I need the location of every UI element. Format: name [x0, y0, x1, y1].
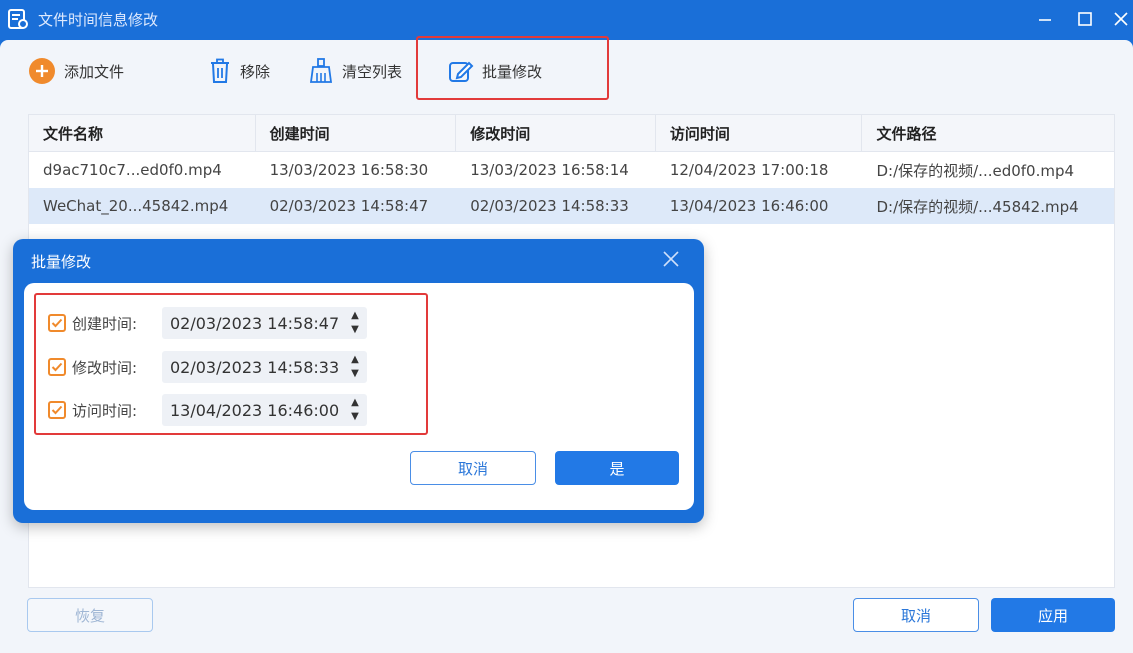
column-header-created[interactable]: 创建时间 — [256, 115, 457, 151]
cell-file-path: D:/保存的视频/...45842.mp4 — [876, 197, 1079, 216]
dialog-confirm-button[interactable]: 是 — [555, 451, 679, 485]
close-icon[interactable] — [1106, 5, 1133, 33]
batch-edit-highlight — [416, 36, 609, 100]
clear-list-button[interactable]: 清空列表 — [308, 56, 402, 86]
dialog-body: 创建时间: 02/03/2023 14:58:47 ▲ ▼ 修改时间: 02/03… — [24, 283, 694, 510]
add-file-label: 添加文件 — [64, 62, 125, 81]
column-header-path[interactable]: 文件路径 — [862, 115, 1114, 151]
toolbar: 添加文件 移除 清空列表 批量修改 — [0, 36, 1133, 102]
broom-icon — [309, 58, 333, 83]
table-row[interactable]: WeChat_20...45842.mp4 02/03/2023 14:58:4… — [29, 188, 1114, 224]
remove-button[interactable]: 移除 — [208, 56, 270, 86]
fields-highlight — [34, 293, 428, 435]
cancel-button[interactable]: 取消 — [853, 598, 979, 632]
title-bar: 文件时间信息修改 — [0, 0, 1133, 38]
cell-modified-time: 13/03/2023 16:58:14 — [470, 161, 629, 179]
table-row[interactable]: d9ac710c7...ed0f0.mp4 13/03/2023 16:58:3… — [29, 152, 1114, 188]
app-icon — [8, 9, 28, 29]
batch-edit-dialog: 批量修改 创建时间: 02/03/2023 14:58:47 ▲ ▼ 修改时间: … — [13, 239, 704, 523]
restore-button[interactable]: 恢复 — [27, 598, 153, 632]
clear-list-label: 清空列表 — [342, 62, 403, 81]
cell-file-path: D:/保存的视频/...ed0f0.mp4 — [876, 161, 1075, 180]
dialog-close-icon[interactable] — [659, 249, 683, 273]
window-title: 文件时间信息修改 — [38, 10, 159, 29]
column-header-modified[interactable]: 修改时间 — [456, 115, 656, 151]
cell-created-time: 13/03/2023 16:58:30 — [269, 161, 429, 179]
table-header: 文件名称 创建时间 修改时间 访问时间 文件路径 — [29, 115, 1114, 152]
dialog-title: 批量修改 — [31, 253, 92, 271]
trash-icon — [211, 58, 229, 83]
dialog-cancel-button[interactable]: 取消 — [410, 451, 536, 485]
add-file-button[interactable]: 添加文件 — [28, 56, 124, 86]
column-header-name[interactable]: 文件名称 — [29, 115, 256, 151]
apply-button[interactable]: 应用 — [991, 598, 1115, 632]
cell-file-name: d9ac710c7...ed0f0.mp4 — [43, 161, 222, 179]
cell-created-time: 02/03/2023 14:58:47 — [269, 197, 429, 215]
cell-accessed-time: 13/04/2023 16:46:00 — [669, 197, 829, 215]
cell-file-name: WeChat_20...45842.mp4 — [43, 197, 229, 215]
cell-accessed-time: 12/04/2023 17:00:18 — [669, 161, 829, 179]
maximize-icon[interactable] — [1070, 5, 1100, 33]
cell-modified-time: 02/03/2023 14:58:33 — [470, 197, 629, 215]
plus-circle-icon — [29, 58, 55, 84]
column-header-accessed[interactable]: 访问时间 — [656, 115, 863, 151]
remove-label: 移除 — [240, 62, 271, 81]
minimize-icon[interactable] — [1030, 5, 1060, 33]
